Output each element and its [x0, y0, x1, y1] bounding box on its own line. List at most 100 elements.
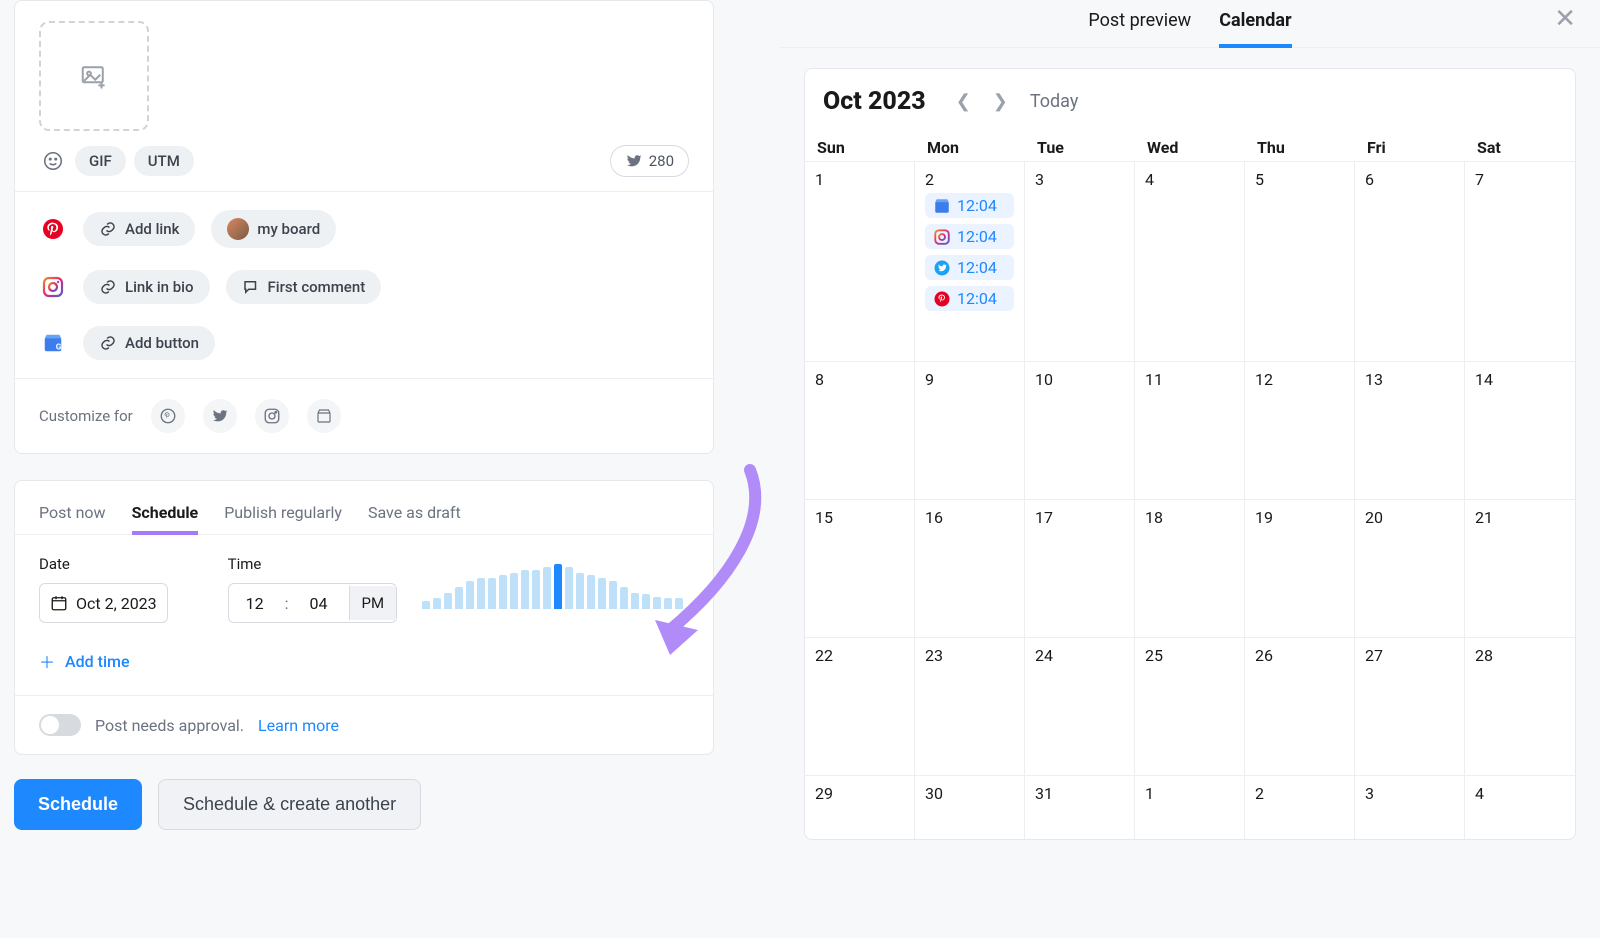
right-panel: Post preview Calendar ✕ Oct 2023 ❮ ❯ Tod… [780, 0, 1600, 938]
first-comment-chip[interactable]: First comment [226, 270, 382, 304]
add-button-chip[interactable]: Add button [83, 326, 215, 360]
calendar-day-cell[interactable]: 29 [805, 775, 915, 839]
calendar-day-cell[interactable]: 16 [915, 499, 1025, 637]
calendar-day-cell[interactable]: 4 [1135, 161, 1245, 361]
twitter-icon [625, 152, 643, 170]
close-icon[interactable]: ✕ [1554, 4, 1576, 34]
date-value: Oct 2, 2023 [76, 594, 157, 613]
calendar-event[interactable]: 12:04 [925, 286, 1014, 311]
add-time-link[interactable]: ＋ Add time [39, 649, 689, 673]
calendar-day-number: 21 [1475, 508, 1565, 527]
calendar-day-cell[interactable]: 13 [1355, 361, 1465, 499]
next-month-button[interactable]: ❯ [993, 91, 1008, 112]
prev-month-button[interactable]: ❮ [956, 91, 971, 112]
calendar-day-cell[interactable]: 28 [1465, 637, 1575, 775]
approval-toggle[interactable] [39, 714, 81, 736]
link-icon [99, 334, 117, 352]
calendar-day-cell[interactable]: 26 [1245, 637, 1355, 775]
instagram-row: Link in bio First comment [39, 270, 689, 304]
calendar-day-number: 25 [1145, 646, 1234, 665]
tab-save-as-draft[interactable]: Save as draft [368, 495, 461, 534]
tab-post-preview[interactable]: Post preview [1088, 6, 1191, 47]
calendar-day-cell[interactable]: 21 [1465, 499, 1575, 637]
add-media-placeholder[interactable] [39, 21, 149, 131]
calendar-day-number: 20 [1365, 508, 1454, 527]
calendar-dow: Tue [1025, 134, 1135, 161]
calendar-day-cell[interactable]: 11 [1135, 361, 1245, 499]
calendar-day-cell[interactable]: 27 [1355, 637, 1465, 775]
calendar-day-number: 17 [1035, 508, 1124, 527]
calendar-day-cell[interactable]: 18 [1135, 499, 1245, 637]
calendar-day-number: 15 [815, 508, 904, 527]
time-min[interactable]: 04 [297, 594, 341, 613]
link-in-bio-label: Link in bio [125, 278, 194, 296]
gif-chip[interactable]: GIF [75, 146, 126, 176]
calendar-day-cell[interactable]: 9 [915, 361, 1025, 499]
histogram-bar [675, 598, 683, 609]
tab-schedule[interactable]: Schedule [132, 495, 199, 534]
emoji-button[interactable] [39, 147, 67, 175]
customize-pinterest[interactable] [151, 399, 185, 433]
today-button[interactable]: Today [1030, 91, 1078, 112]
time-hour[interactable]: 12 [233, 594, 277, 613]
time-label: Time [228, 555, 397, 573]
calendar-day-cell[interactable]: 24 [1025, 637, 1135, 775]
calendar-day-cell[interactable]: 10 [1025, 361, 1135, 499]
calendar-day-cell[interactable]: 20 [1355, 499, 1465, 637]
calendar-event[interactable]: 12:04 [925, 255, 1014, 280]
calendar-event[interactable]: 12:04 [925, 193, 1014, 218]
calendar-day-cell[interactable]: 212:0412:0412:0412:04 [915, 161, 1025, 361]
calendar-day-number: 1 [815, 170, 904, 189]
calendar-day-cell[interactable]: 15 [805, 499, 915, 637]
calendar-day-cell[interactable]: 25 [1135, 637, 1245, 775]
calendar-day-cell[interactable]: 6 [1355, 161, 1465, 361]
calendar-day-cell[interactable]: 5 [1245, 161, 1355, 361]
schedule-button[interactable]: Schedule [14, 779, 142, 830]
calendar-day-cell[interactable]: 3 [1355, 775, 1465, 839]
customize-twitter[interactable] [203, 399, 237, 433]
date-field-group: Date Oct 2, 2023 [39, 555, 168, 623]
board-chip[interactable]: my board [211, 210, 336, 248]
calendar-day-cell[interactable]: 22 [805, 637, 915, 775]
calendar-day-cell[interactable]: 19 [1245, 499, 1355, 637]
time-ampm[interactable]: PM [349, 586, 397, 620]
calendar-day-cell[interactable]: 8 [805, 361, 915, 499]
calendar-card: Oct 2023 ❮ ❯ Today SunMonTueWedThuFriSat… [804, 68, 1576, 840]
calendar-day-number: 18 [1145, 508, 1234, 527]
customize-gbp[interactable] [307, 399, 341, 433]
calendar-day-cell[interactable]: 4 [1465, 775, 1575, 839]
smiley-icon [42, 150, 64, 172]
histogram-bar [631, 593, 639, 609]
calendar-day-cell[interactable]: 7 [1465, 161, 1575, 361]
tab-publish-regularly[interactable]: Publish regularly [224, 495, 342, 534]
histogram-bar [620, 587, 628, 609]
histogram-bar [664, 598, 672, 609]
calendar-day-number: 14 [1475, 370, 1565, 389]
histogram-bar [433, 598, 441, 609]
calendar-day-cell[interactable]: 1 [805, 161, 915, 361]
calendar-day-cell[interactable]: 3 [1025, 161, 1135, 361]
tab-post-now[interactable]: Post now [39, 495, 106, 534]
calendar-day-cell[interactable]: 23 [915, 637, 1025, 775]
calendar-day-cell[interactable]: 14 [1465, 361, 1575, 499]
calendar-day-cell[interactable]: 17 [1025, 499, 1135, 637]
link-in-bio-chip[interactable]: Link in bio [83, 270, 210, 304]
calendar-day-cell[interactable]: 1 [1135, 775, 1245, 839]
utm-chip[interactable]: UTM [134, 146, 194, 176]
calendar-event[interactable]: 12:04 [925, 224, 1014, 249]
time-input[interactable]: 12 : 04 PM [228, 583, 397, 623]
learn-more-link[interactable]: Learn more [258, 716, 339, 735]
schedule-another-button[interactable]: Schedule & create another [158, 779, 421, 830]
tab-calendar[interactable]: Calendar [1219, 6, 1291, 47]
calendar-day-number: 6 [1365, 170, 1454, 189]
histogram-bar [554, 564, 562, 609]
event-time: 12:04 [957, 227, 997, 246]
add-link-chip[interactable]: Add link [83, 212, 195, 246]
date-input[interactable]: Oct 2, 2023 [39, 583, 168, 623]
customize-instagram[interactable] [255, 399, 289, 433]
calendar-day-cell[interactable]: 2 [1245, 775, 1355, 839]
calendar-day-cell[interactable]: 30 [915, 775, 1025, 839]
pinterest-row: Add link my board [39, 210, 689, 248]
calendar-day-cell[interactable]: 12 [1245, 361, 1355, 499]
calendar-day-cell[interactable]: 31 [1025, 775, 1135, 839]
